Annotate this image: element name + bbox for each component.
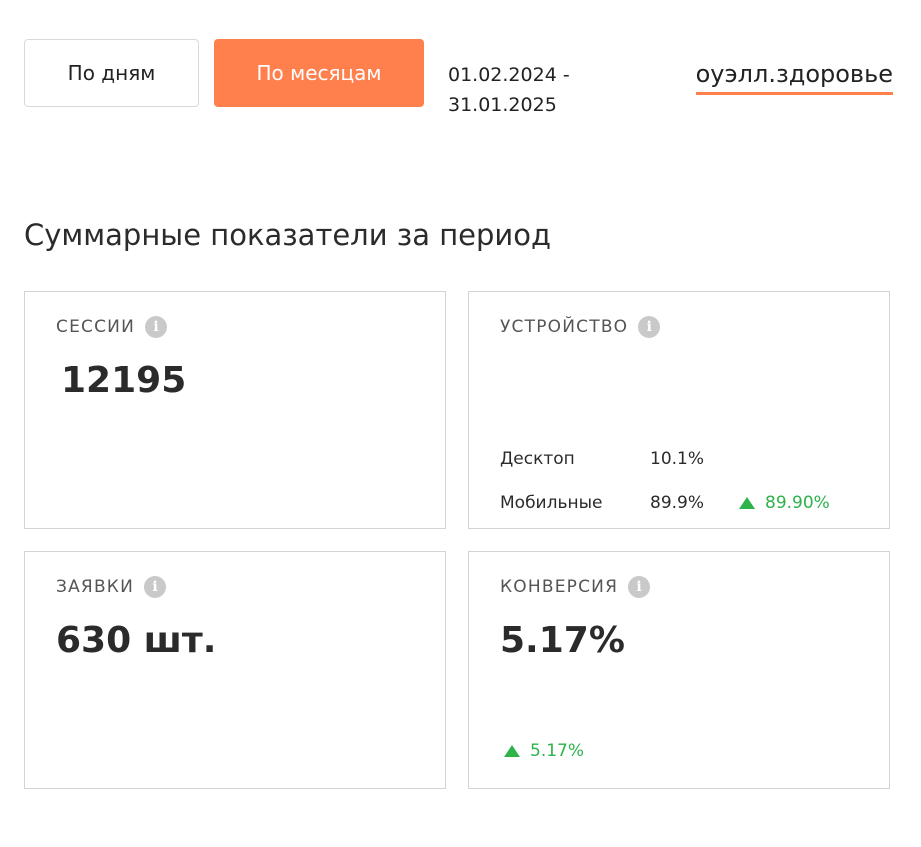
leads-label: ЗАЯВКИ <box>56 577 134 597</box>
conversion-trend: 5.17% <box>504 741 584 761</box>
date-range[interactable]: 01.02.2024 - 31.01.2025 <box>448 60 570 120</box>
device-card: УСТРОЙСТВО i Десктоп 10.1% Мобильные 89.… <box>468 291 890 529</box>
device-value: 10.1% <box>650 449 705 469</box>
sessions-value: 12195 <box>61 360 187 401</box>
triangle-up-icon <box>504 745 520 757</box>
conversion-label: КОНВЕРСИЯ <box>500 577 619 597</box>
mobile-trend: 89.90% <box>739 493 830 513</box>
sessions-card: СЕССИИ i 12195 <box>24 291 446 529</box>
triangle-up-icon <box>739 497 755 509</box>
device-list: Десктоп 10.1% Мобильные 89.9% 89.90% <box>500 437 830 525</box>
device-row-desktop: Десктоп 10.1% <box>500 437 830 481</box>
leads-info-icon[interactable]: i <box>144 576 166 598</box>
device-info-icon[interactable]: i <box>638 316 661 338</box>
leads-value: 630 шт. <box>56 620 217 661</box>
conversion-trend-value: 5.17% <box>530 741 585 761</box>
conversion-card: КОНВЕРСИЯ i 5.17% 5.17% <box>468 551 890 789</box>
by-months-button[interactable]: По месяцам <box>214 39 424 107</box>
device-row-mobile: Мобильные 89.9% 89.90% <box>500 481 830 525</box>
device-label: УСТРОЙСТВО <box>500 317 629 337</box>
mobile-trend-value: 89.90% <box>765 493 830 513</box>
leads-card: ЗАЯВКИ i 630 шт. <box>24 551 446 789</box>
by-days-button[interactable]: По дням <box>24 39 199 107</box>
date-from: 01.02.2024 - <box>448 64 570 86</box>
date-to: 31.01.2025 <box>448 94 557 116</box>
sessions-label: СЕССИИ <box>56 317 135 337</box>
sessions-info-icon[interactable]: i <box>145 316 167 338</box>
device-name: Десктоп <box>500 449 575 469</box>
section-title: Суммарные показатели за период <box>24 218 552 252</box>
device-name: Мобильные <box>500 493 603 513</box>
device-value: 89.9% <box>650 493 705 513</box>
conversion-info-icon[interactable]: i <box>628 576 651 598</box>
project-selector[interactable]: оуэлл.здоровье <box>695 58 893 95</box>
conversion-value: 5.17% <box>500 620 625 661</box>
